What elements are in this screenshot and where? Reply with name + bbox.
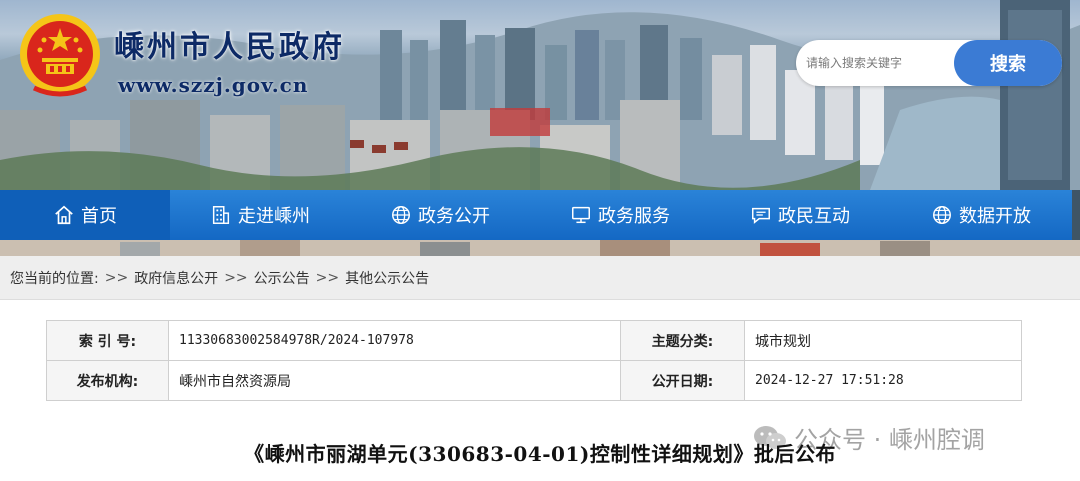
publish-date-label: 公开日期: — [620, 360, 745, 401]
index-number-value: 11330683002584978R/2024-107978 — [168, 320, 621, 361]
breadcrumb-item-notices[interactable]: 公示公告 — [254, 268, 310, 288]
nav-item-gov-service[interactable]: 政务服务 — [530, 190, 710, 240]
site-title: 嵊州市人民政府 — [114, 30, 345, 65]
nav-label: 政务服务 — [598, 206, 670, 227]
breadcrumb-prefix: 您当前的位置: — [10, 270, 99, 287]
home-icon — [55, 205, 73, 225]
site-url: www.szzj.gov.cn — [118, 73, 309, 97]
topic-category-value: 城市规划 — [744, 320, 1022, 361]
nav-item-interaction[interactable]: 政民互动 — [710, 190, 890, 240]
search-input[interactable] — [806, 48, 956, 78]
breadcrumb-separator: >> — [315, 269, 340, 286]
nav-label: 政民互动 — [778, 206, 850, 227]
publisher-value: 嵊州市自然资源局 — [168, 360, 621, 401]
index-number-label: 索 引 号: — [46, 320, 169, 361]
main-nav: 首页 走进嵊州 政务公开 政务服务 政民互动 数据开放 — [0, 190, 1072, 240]
nav-item-open-data[interactable]: 数据开放 — [890, 190, 1072, 240]
globe-icon — [933, 206, 951, 224]
monitor-icon — [572, 206, 590, 224]
nav-item-home[interactable]: 首页 — [0, 190, 170, 240]
breadcrumb-item-gov-info[interactable]: 政府信息公开 — [134, 268, 218, 288]
nav-item-gov-info[interactable]: 政务公开 — [350, 190, 530, 240]
breadcrumb-separator: >> — [104, 269, 129, 286]
nav-label: 数据开放 — [959, 206, 1031, 227]
topic-category-label: 主题分类: — [620, 320, 745, 361]
chat-icon — [752, 207, 770, 224]
nav-label: 政务公开 — [418, 206, 490, 227]
header-banner: 嵊州市人民政府 www.szzj.gov.cn 搜索 — [0, 0, 1080, 190]
publisher-label: 发布机构: — [46, 360, 169, 401]
globe-icon — [392, 206, 410, 224]
document-info-table: 索 引 号: 11330683002584978R/2024-107978 主题… — [46, 320, 1022, 401]
nav-label: 首页 — [81, 206, 117, 227]
nav-label: 走进嵊州 — [238, 206, 310, 227]
nav-item-about[interactable]: 走进嵊州 — [170, 190, 350, 240]
search-button[interactable]: 搜索 — [954, 40, 1062, 86]
document-title: 《嵊州市丽湖单元(330683-04-01)控制性详细规划》批后公布 — [244, 442, 836, 466]
breadcrumb-separator: >> — [224, 269, 248, 286]
breadcrumb: 您当前的位置: >> 政府信息公开 >> 公示公告 >> 其他公示公告 — [0, 256, 1080, 300]
banner-bottom-strip — [0, 240, 1080, 256]
national-emblem-icon — [20, 14, 100, 97]
building-icon — [212, 206, 230, 224]
table-row: 索 引 号: 11330683002584978R/2024-107978 主题… — [46, 320, 1022, 361]
publish-date-value: 2024-12-27 17:51:28 — [744, 360, 1022, 401]
breadcrumb-item-other-notices[interactable]: 其他公示公告 — [345, 268, 429, 288]
table-row: 发布机构: 嵊州市自然资源局 公开日期: 2024-12-27 17:51:28 — [46, 360, 1022, 401]
search-box: 搜索 — [796, 40, 1062, 86]
